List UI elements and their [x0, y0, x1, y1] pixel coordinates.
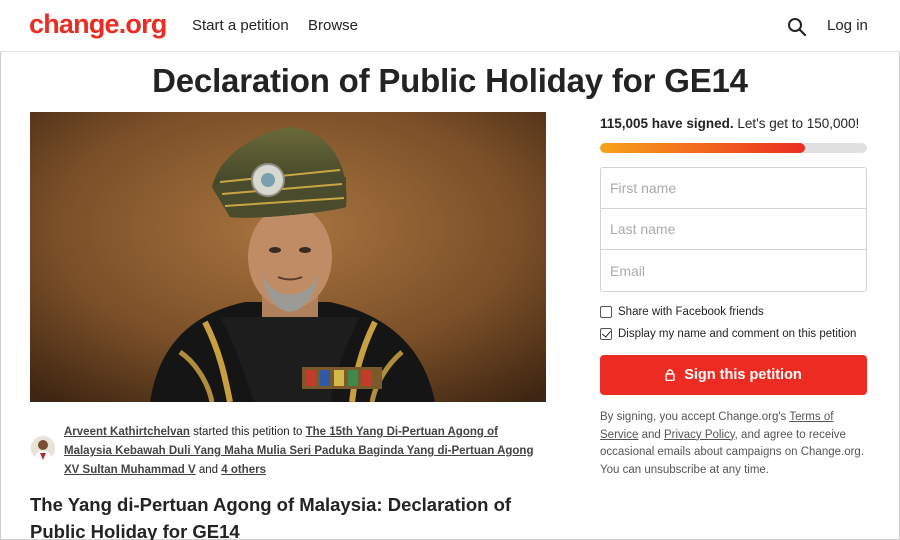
started-text: started this petition to — [193, 426, 303, 438]
privacy-policy-link[interactable]: Privacy Policy — [664, 429, 735, 441]
display-name-label: Display my name and comment on this peti… — [618, 328, 857, 340]
share-facebook-option[interactable]: Share with Facebook friends — [600, 306, 764, 318]
display-name-option[interactable]: Display my name and comment on this peti… — [600, 328, 856, 340]
email-input[interactable] — [601, 250, 866, 291]
others-link[interactable]: 4 others — [221, 464, 266, 476]
search-icon[interactable] — [787, 17, 807, 37]
share-facebook-checkbox[interactable] — [600, 306, 612, 318]
display-name-checkbox[interactable] — [600, 328, 612, 340]
disclaimer-and: and — [641, 428, 661, 441]
nav-browse[interactable]: Browse — [308, 17, 358, 34]
nav-start-petition[interactable]: Start a petition — [192, 17, 289, 34]
starter-name-link[interactable]: Arveent Kathirtchelvan — [64, 426, 190, 438]
disclaimer-prefix: By signing, you accept Change.org's — [600, 411, 787, 423]
signature-progress-bar — [600, 143, 867, 153]
starter-avatar[interactable] — [31, 436, 55, 460]
sign-petition-button[interactable]: Sign this petition — [600, 355, 867, 395]
and-text: and — [198, 464, 219, 476]
page-title: Declaration of Public Holiday for GE14 — [152, 62, 748, 99]
petition-hero-image — [30, 112, 546, 402]
signature-goal: Let's get to 150,000! — [737, 116, 860, 131]
signature-progress-fill — [600, 143, 805, 153]
portrait-photo — [30, 112, 546, 402]
signature-count: 115,005 have signed. Let's get to 150,00… — [600, 116, 859, 131]
signature-form — [600, 167, 867, 292]
petition-starter-info: Arveent Kathirtchelvan started this peti… — [64, 423, 546, 480]
sign-petition-label: Sign this petition — [684, 367, 802, 383]
first-name-input[interactable] — [601, 168, 866, 209]
signed-count: 115,005 have signed. — [600, 116, 734, 131]
petition-body-heading: The Yang di-Pertuan Agong of Malaysia: D… — [30, 494, 512, 540]
lock-icon — [665, 369, 675, 381]
login-link[interactable]: Log in — [827, 17, 868, 34]
share-facebook-label: Share with Facebook friends — [618, 306, 764, 318]
last-name-input[interactable] — [601, 209, 866, 250]
change-org-logo[interactable]: change.org — [29, 9, 167, 40]
signing-disclaimer: By signing, you accept Change.org's Term… — [600, 409, 870, 479]
site-header: change.org Start a petition Browse Log i… — [0, 0, 900, 52]
